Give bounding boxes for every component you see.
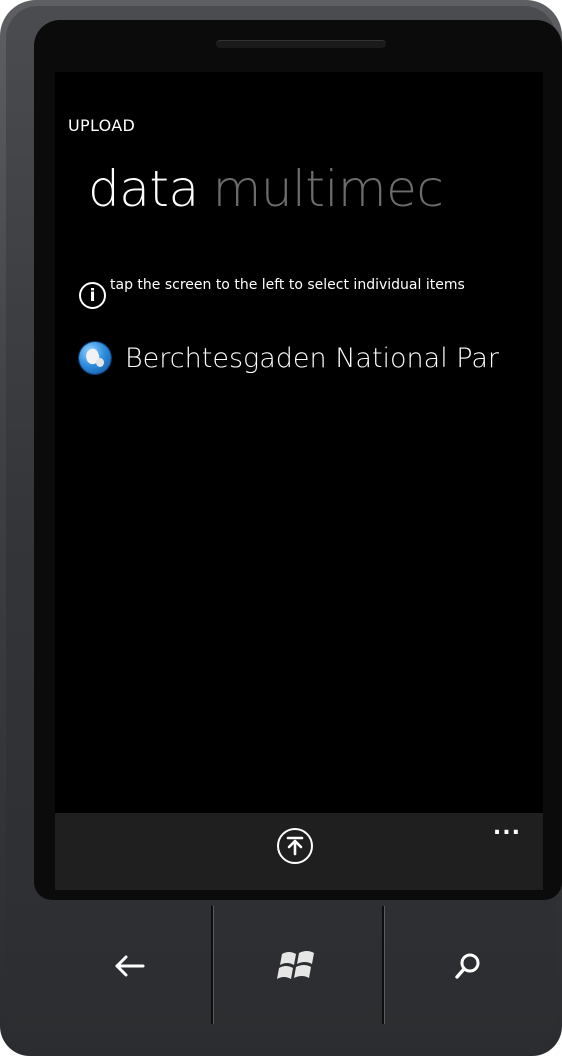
more-options-button[interactable]: ...	[493, 817, 521, 839]
back-arrow-icon	[115, 955, 145, 977]
earpiece-speaker	[216, 40, 386, 48]
search-button[interactable]	[408, 936, 528, 996]
list-item-label: Berchtesgaden National Par	[125, 342, 500, 374]
pivot-header: data multimec	[88, 160, 444, 218]
info-message: i tap the screen to the left to select i…	[79, 276, 529, 309]
hardware-buttons	[40, 906, 554, 1026]
start-button[interactable]	[238, 936, 358, 996]
list-item[interactable]: Berchtesgaden National Par	[79, 342, 543, 374]
phone-frame: UPLOAD data multimec i tap the screen to …	[0, 0, 562, 1056]
back-button[interactable]	[70, 936, 190, 996]
app-screen: UPLOAD data multimec i tap the screen to …	[55, 72, 543, 890]
info-icon: i	[79, 282, 106, 309]
upload-icon	[286, 836, 304, 856]
globe-icon	[79, 342, 111, 374]
divider	[382, 906, 385, 1024]
windows-logo-icon	[277, 951, 314, 979]
search-icon	[455, 953, 480, 979]
app-title: UPLOAD	[68, 116, 136, 135]
divider	[211, 906, 214, 1024]
upload-button[interactable]	[277, 828, 313, 864]
info-text: tap the screen to the left to select ind…	[110, 277, 465, 293]
pivot-item-data[interactable]: data	[88, 160, 199, 218]
pivot-item-multimedia[interactable]: multimec	[213, 160, 444, 218]
application-bar: ...	[55, 813, 543, 890]
